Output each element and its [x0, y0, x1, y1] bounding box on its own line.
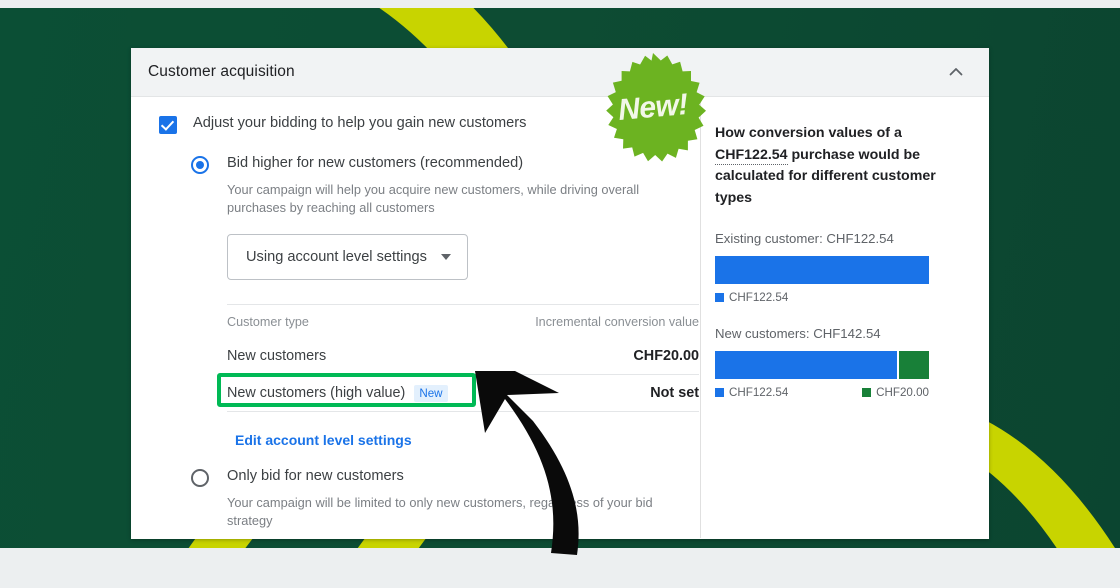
page-title: Customer acquisition [148, 63, 295, 80]
legend-item: CHF20.00 [862, 386, 929, 399]
table-row[interactable]: New customers (high value) New Not set [217, 373, 699, 413]
cell-customer-type-label: New customers (high value) [227, 385, 406, 402]
customer-type-table: Customer type Incremental conversion val… [217, 304, 699, 413]
collapse-card-button[interactable] [941, 57, 971, 87]
new-badge-label: New! [616, 88, 690, 127]
table-header-row: Customer type Incremental conversion val… [227, 305, 699, 338]
radio-only-new-customers-label: Only bid for new customers [227, 468, 404, 485]
legend-label: CHF20.00 [876, 386, 929, 400]
chart-legend: CHF122.54 [715, 291, 929, 304]
radio-bid-higher-label: Bid higher for new customers (recommende… [227, 155, 524, 171]
chart-caption: New customers: CHF142.54 [715, 326, 881, 342]
legend-swatch [715, 293, 724, 303]
card-body: Adjust your bidding to help you gain new… [131, 97, 989, 538]
bar-segment [899, 351, 929, 380]
conversion-value-pane: How conversion values of a CHF122.54 pur… [701, 97, 989, 538]
explainer-text-part1: How conversion values of a [715, 125, 902, 141]
customer-acquisition-card: Customer acquisition Adjust your bidding… [131, 48, 989, 539]
column-header-incremental-value: Incremental conversion value [535, 314, 699, 329]
account-level-settings-value: Using account level settings [246, 249, 427, 266]
radio-only-new-customers-description: Your campaign will be limited to only ne… [227, 495, 653, 529]
adjust-bidding-checkbox[interactable] [159, 116, 177, 134]
bar-segment [715, 256, 929, 285]
column-header-customer-type: Customer type [227, 314, 309, 329]
legend-swatch [715, 388, 724, 398]
radio-bid-higher-description: Your campaign will help you acquire new … [227, 182, 640, 216]
legend-item: CHF122.54 [715, 291, 788, 304]
screenshot-stage: Customer acquisition Adjust your bidding… [0, 0, 1120, 588]
conversion-explainer-title: How conversion values of a CHF122.54 pur… [715, 123, 965, 209]
edit-account-level-settings-link[interactable]: Edit account level settings [235, 432, 412, 448]
account-level-settings-select[interactable]: Using account level settings [227, 234, 468, 281]
legend-item: CHF122.54 [715, 386, 788, 399]
chart-legend: CHF122.54 CHF20.00 [715, 386, 929, 399]
chevron-up-icon [949, 68, 963, 76]
cell-incremental-value: CHF20.00 [633, 348, 699, 365]
bar-segment [715, 351, 898, 380]
legend-label: CHF122.54 [729, 386, 789, 400]
radio-option-only-new[interactable]: Only bid for new customers [131, 468, 700, 488]
legend-label: CHF122.54 [729, 291, 789, 305]
radio-bid-higher[interactable] [191, 156, 209, 174]
account-settings-select-wrap: Using account level settings [131, 234, 700, 281]
adjust-bidding-label: Adjust your bidding to help you gain new… [193, 115, 527, 131]
chart-existing-customer: Existing customer: CHF122.54 CHF122.54 [715, 231, 965, 304]
bar-track [715, 256, 929, 285]
legend-swatch [862, 388, 872, 398]
table-row[interactable]: New customers CHF20.00 [227, 338, 699, 376]
radio-only-new-customers[interactable] [191, 469, 209, 488]
chart-caption: Existing customer: CHF122.54 [715, 231, 894, 247]
cell-customer-type: New customers [227, 348, 327, 365]
explainer-amount[interactable]: CHF122.54 [715, 146, 788, 165]
chart-new-customers: New customers: CHF142.54 CHF122.54 CHF20… [715, 326, 965, 399]
cell-incremental-value-high-value: Not set [650, 385, 699, 402]
card-header: Customer acquisition [131, 48, 989, 97]
status-badge: New [414, 384, 448, 402]
new-badge: New! [588, 53, 718, 163]
bar-track [715, 351, 929, 380]
caret-down-icon [440, 254, 451, 261]
cell-customer-type-high-value: New customers (high value) New [227, 384, 448, 402]
